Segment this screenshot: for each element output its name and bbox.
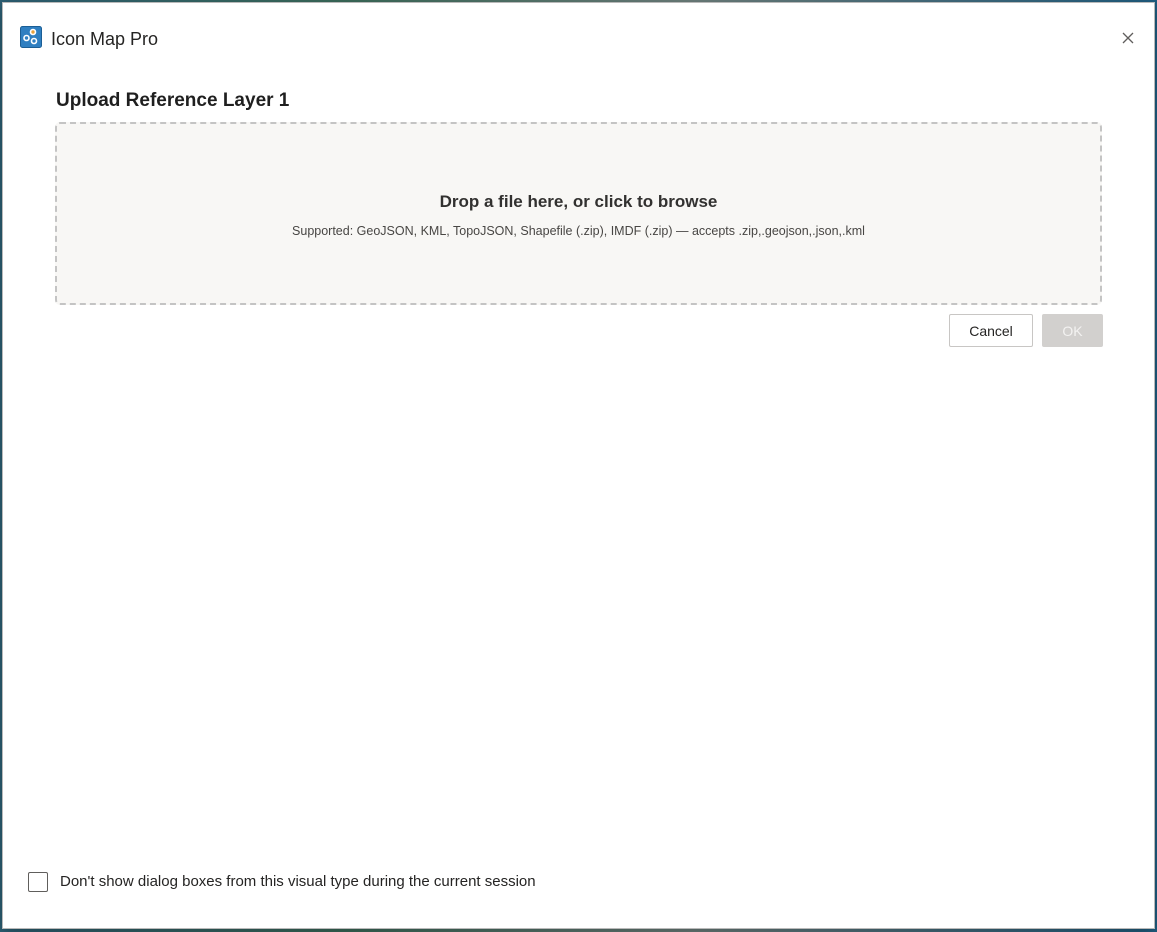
dropzone-supported-formats: Supported: GeoJSON, KML, TopoJSON, Shape…	[292, 224, 865, 238]
dont-show-label: Don't show dialog boxes from this visual…	[60, 873, 536, 890]
dialog-titlebar: Icon Map Pro	[3, 3, 1154, 69]
close-icon	[1122, 32, 1134, 44]
close-button[interactable]	[1117, 27, 1139, 49]
dropzone-title: Drop a file here, or click to browse	[439, 192, 718, 211]
dont-show-checkbox[interactable]	[28, 872, 48, 892]
upload-dialog: Icon Map Pro Upload Reference Layer 1 Dr…	[3, 3, 1154, 928]
dialog-title: Icon Map Pro	[51, 29, 159, 49]
file-dropzone[interactable]: Drop a file here, or click to browse Sup…	[55, 122, 1102, 305]
cancel-button[interactable]: Cancel	[949, 314, 1033, 347]
icon-map-pro-logo-icon	[20, 26, 42, 48]
dialog-footer: Don't show dialog boxes from this visual…	[28, 870, 536, 894]
ok-button[interactable]: OK	[1042, 314, 1103, 347]
section-heading: Upload Reference Layer 1	[56, 90, 290, 111]
